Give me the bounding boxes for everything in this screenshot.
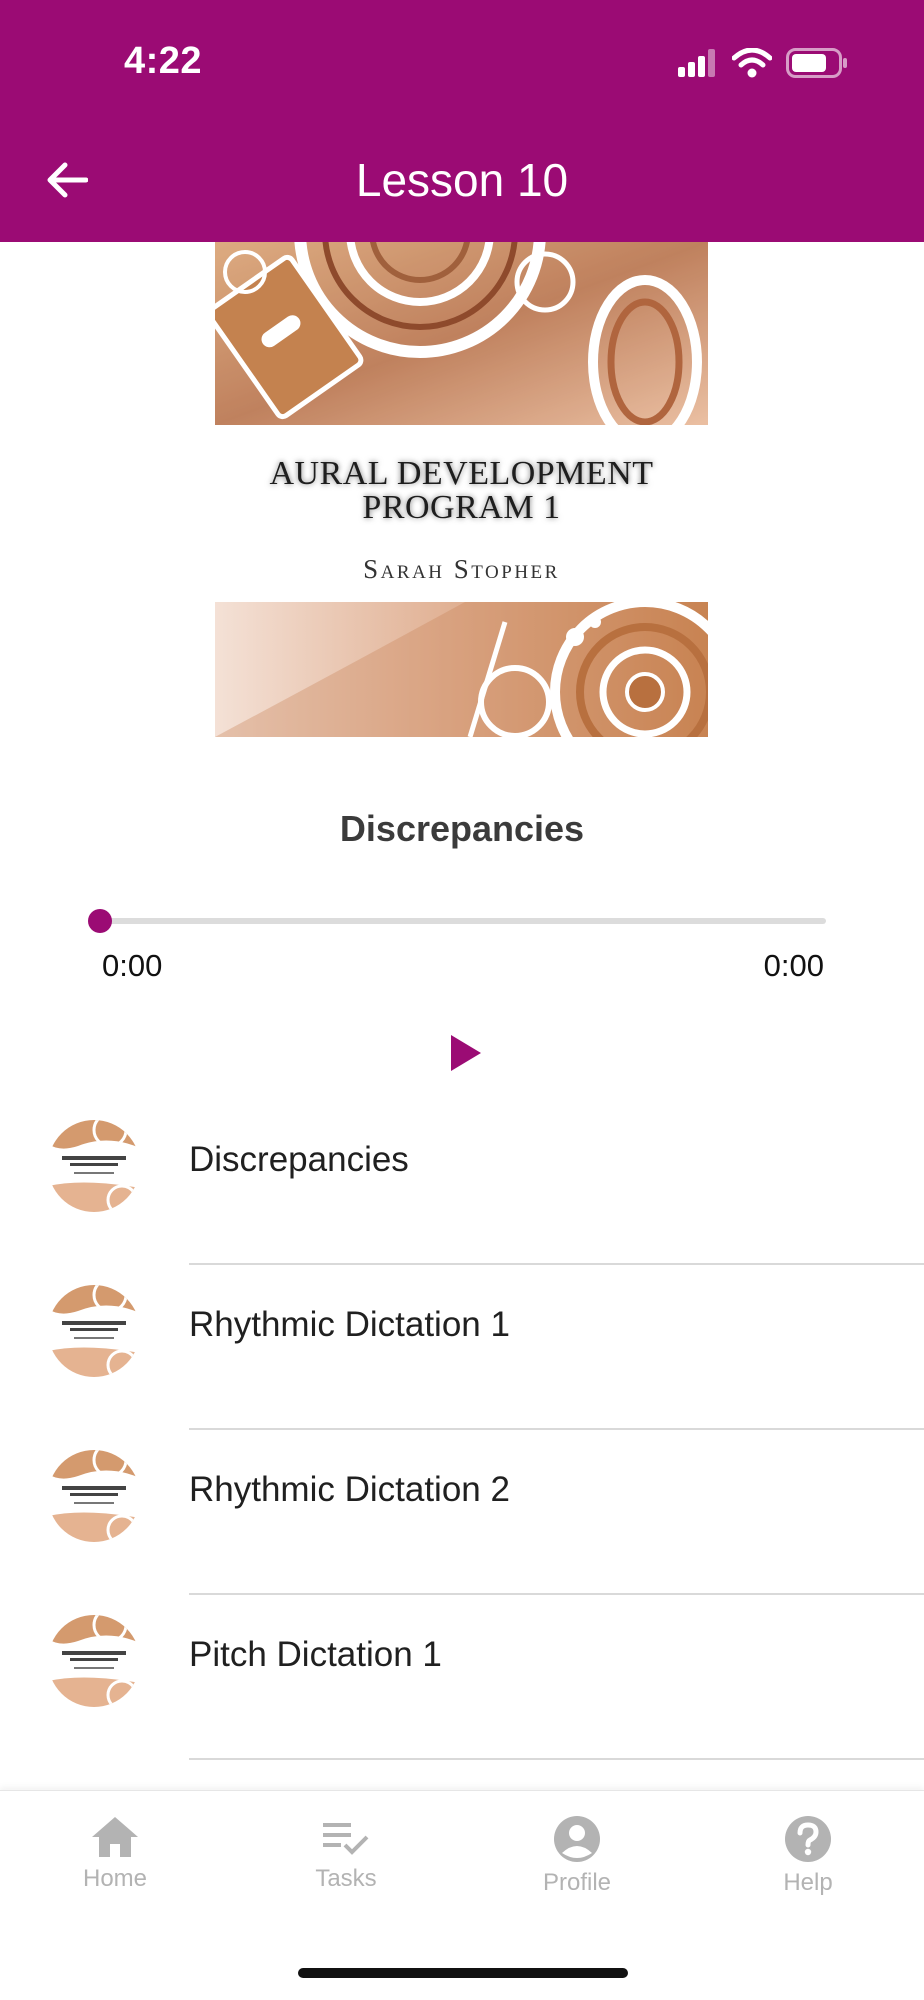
battery-icon: [786, 48, 847, 78]
signal-icon: [678, 49, 715, 77]
track-thumbnail: [48, 1285, 140, 1377]
track-thumbnail: [48, 1450, 140, 1542]
track-list: Discrepancies Rhythmic Dictation 1 Rhythmi…: [0, 1100, 924, 1790]
total-time: 0:00: [763, 948, 824, 983]
tab-help[interactable]: Help: [738, 1815, 878, 1897]
cover-title-line1: AURAL DEVELOPMENT: [269, 455, 654, 492]
album-cover: AURAL DEVELOPMENT PROGRAM 1 Sarah Stophe…: [215, 242, 708, 737]
track-label: Discrepancies: [189, 1140, 409, 1179]
progress-thumb[interactable]: [88, 909, 112, 933]
play-icon: [451, 1035, 481, 1071]
now-playing-title: Discrepancies: [339, 808, 585, 849]
app-header: 4:22 Lesson 10: [0, 0, 924, 242]
track-label: Rhythmic Dictation 2: [189, 1470, 510, 1509]
tab-bar: Home Tasks Profile Help: [0, 1790, 924, 2000]
tab-profile[interactable]: Profile: [507, 1815, 647, 1897]
tasks-icon: [323, 1823, 369, 1855]
play-button[interactable]: [448, 1032, 484, 1074]
track-list-item[interactable]: Discrepancies: [0, 1100, 924, 1265]
home-icon: [92, 1817, 138, 1857]
help-icon: [785, 1816, 831, 1862]
track-list-item[interactable]: Rhythmic Dictation 1: [0, 1265, 924, 1430]
cover-title: AURAL DEVELOPMENT PROGRAM 1: [215, 457, 708, 525]
list-divider: [189, 1758, 924, 1760]
tab-profile-label: Profile: [542, 1869, 612, 1896]
track-thumbnail: [48, 1120, 140, 1212]
progress-slider[interactable]: [88, 909, 826, 933]
track-thumbnail: [48, 1615, 140, 1707]
profile-icon: [554, 1816, 600, 1862]
tab-tasks-label: Tasks: [315, 1865, 377, 1892]
home-indicator: [298, 1968, 628, 1978]
tab-home-label: Home: [82, 1865, 148, 1892]
track-label: Pitch Dictation 1: [189, 1635, 442, 1674]
current-time: 0:00: [102, 948, 163, 983]
tab-help-label: Help: [783, 1869, 833, 1896]
tab-tasks[interactable]: Tasks: [276, 1815, 416, 1893]
cover-author: Sarah Stopher: [363, 554, 560, 584]
track-list-item[interactable]: Pitch Dictation 1: [0, 1595, 924, 1760]
track-list-item[interactable]: Rhythmic Dictation 2: [0, 1430, 924, 1595]
tab-home[interactable]: Home: [45, 1815, 185, 1893]
status-icons: [678, 48, 848, 78]
status-time: 4:22: [124, 40, 203, 82]
track-label: Rhythmic Dictation 1: [189, 1305, 510, 1344]
wifi-icon: [732, 48, 772, 78]
cover-title-line2: PROGRAM 1: [362, 489, 561, 526]
page-title: Lesson 10: [355, 154, 569, 206]
